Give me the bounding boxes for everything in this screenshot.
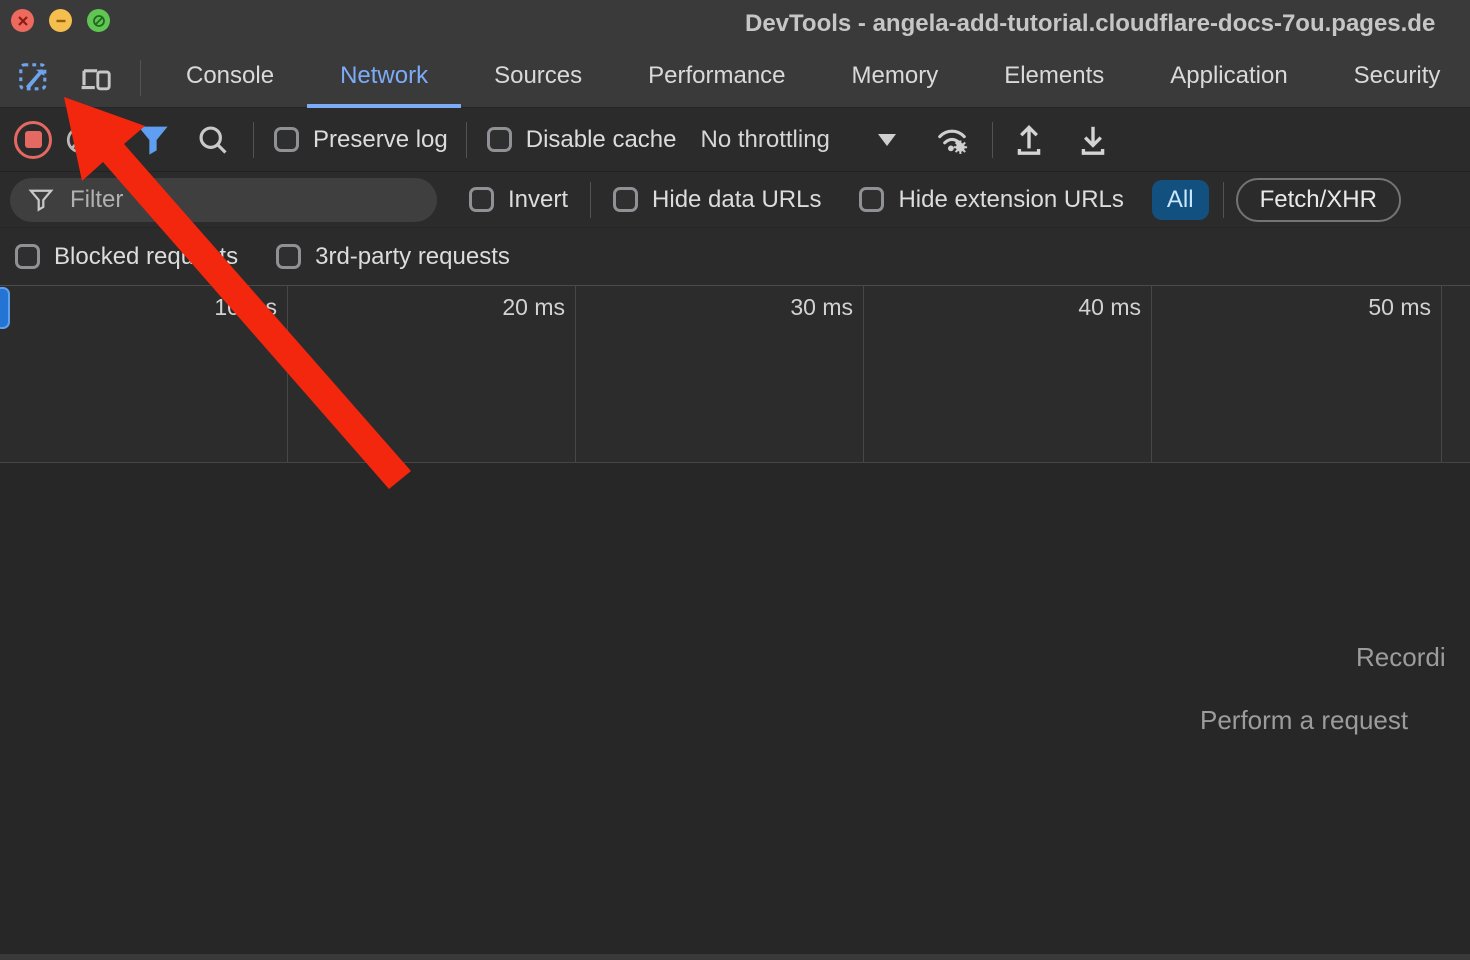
minimize-button[interactable] bbox=[49, 9, 72, 32]
toolbar-separator bbox=[1223, 182, 1224, 218]
toolbar-separator bbox=[140, 60, 141, 96]
network-conditions-button[interactable] bbox=[930, 118, 974, 162]
record-network-log-button[interactable] bbox=[14, 121, 52, 159]
hide-extension-urls-label: Hide extension URLs bbox=[898, 186, 1123, 214]
toolbar-separator bbox=[992, 122, 993, 158]
chevron-down-icon bbox=[878, 134, 896, 146]
disable-cache-checkbox[interactable] bbox=[487, 127, 512, 152]
network-filter-bar: Invert Hide data URLs Hide extension URL… bbox=[0, 172, 1470, 228]
traffic-lights bbox=[11, 9, 110, 32]
network-toolbar: Preserve log Disable cache No throttling bbox=[0, 108, 1470, 172]
network-filter-bar-2: Blocked requests 3rd-party requests bbox=[0, 228, 1470, 285]
tab-application[interactable]: Application bbox=[1137, 48, 1320, 108]
throttling-selected-value: No throttling bbox=[700, 126, 829, 154]
throttling-select[interactable]: No throttling bbox=[700, 126, 895, 154]
request-type-filter-all[interactable]: All bbox=[1152, 180, 1209, 220]
inspect-cursor-icon bbox=[16, 60, 52, 96]
panel-tabs: Console Network Sources Performance Memo… bbox=[153, 48, 1470, 108]
third-party-requests-checkbox[interactable] bbox=[276, 244, 301, 269]
ruler-gridline bbox=[1151, 286, 1152, 462]
devtools-tab-bar: Console Network Sources Performance Memo… bbox=[0, 48, 1470, 108]
third-party-requests-label: 3rd-party requests bbox=[315, 243, 510, 271]
search-button[interactable] bbox=[191, 118, 235, 162]
inspect-element-button[interactable] bbox=[12, 56, 56, 100]
clear-icon bbox=[64, 124, 96, 156]
window-title: DevTools - angela-add-tutorial.cloudflar… bbox=[745, 0, 1435, 48]
blocked-requests-toggle[interactable]: Blocked requests bbox=[15, 243, 238, 271]
preserve-log-toggle[interactable]: Preserve log bbox=[274, 126, 448, 154]
preserve-log-label: Preserve log bbox=[313, 126, 448, 154]
close-button[interactable] bbox=[11, 9, 34, 32]
devtools-window: DevTools - angela-add-tutorial.cloudflar… bbox=[0, 0, 1470, 960]
filter-funnel-icon bbox=[136, 124, 170, 156]
disable-cache-label: Disable cache bbox=[526, 126, 677, 154]
filter-funnel-icon bbox=[28, 188, 54, 212]
invert-label: Invert bbox=[508, 186, 568, 214]
hide-data-urls-label: Hide data URLs bbox=[652, 186, 821, 214]
clear-network-log-button[interactable] bbox=[58, 118, 102, 162]
ruler-tick-30ms: 30 ms bbox=[703, 294, 853, 321]
ruler-tick-20ms: 20 ms bbox=[415, 294, 565, 321]
upload-icon bbox=[1011, 122, 1047, 158]
toolbar-separator bbox=[120, 122, 121, 158]
ruler-gridline bbox=[575, 286, 576, 462]
blocked-requests-label: Blocked requests bbox=[54, 243, 238, 271]
title-bar: DevTools - angela-add-tutorial.cloudflar… bbox=[0, 0, 1470, 48]
filter-toggle-button[interactable] bbox=[131, 118, 175, 162]
hide-data-urls-toggle[interactable]: Hide data URLs bbox=[613, 186, 821, 214]
request-type-filter-fetch-xhr[interactable]: Fetch/XHR bbox=[1236, 178, 1401, 222]
ruler-gridline bbox=[863, 286, 864, 462]
wifi-gear-icon bbox=[933, 122, 971, 158]
network-overview-ruler[interactable]: 10 ms 20 ms 30 ms 40 ms 50 ms bbox=[0, 285, 1470, 463]
import-har-button[interactable] bbox=[1007, 118, 1051, 162]
hide-data-urls-checkbox[interactable] bbox=[613, 187, 638, 212]
blocked-requests-checkbox[interactable] bbox=[15, 244, 40, 269]
ruler-gridline bbox=[1441, 286, 1442, 462]
tab-performance[interactable]: Performance bbox=[615, 48, 818, 108]
download-icon bbox=[1075, 122, 1111, 158]
tab-network[interactable]: Network bbox=[307, 48, 461, 108]
tab-sources[interactable]: Sources bbox=[461, 48, 615, 108]
disable-cache-toggle[interactable]: Disable cache bbox=[487, 126, 677, 154]
preserve-log-checkbox[interactable] bbox=[274, 127, 299, 152]
stop-record-icon bbox=[25, 131, 42, 148]
search-icon bbox=[196, 123, 230, 157]
third-party-requests-toggle[interactable]: 3rd-party requests bbox=[276, 243, 510, 271]
toolbar-separator bbox=[590, 182, 591, 218]
zoom-slash-icon bbox=[92, 14, 106, 28]
filter-input[interactable] bbox=[70, 186, 390, 214]
export-har-button[interactable] bbox=[1071, 118, 1115, 162]
filter-input-container[interactable] bbox=[10, 178, 437, 222]
invert-filter-toggle[interactable]: Invert bbox=[469, 186, 568, 214]
toolbar-separator bbox=[466, 122, 467, 158]
toolbar-separator bbox=[253, 122, 254, 158]
invert-checkbox[interactable] bbox=[469, 187, 494, 212]
hide-extension-urls-checkbox[interactable] bbox=[859, 187, 884, 212]
ruler-tick-50ms: 50 ms bbox=[1281, 294, 1431, 321]
tab-console[interactable]: Console bbox=[153, 48, 307, 108]
ruler-tick-10ms: 10 ms bbox=[127, 294, 277, 321]
overview-left-trace-handle[interactable] bbox=[0, 287, 10, 329]
device-toolbar-icon bbox=[78, 60, 114, 96]
toggle-device-toolbar-button[interactable] bbox=[74, 56, 118, 100]
ruler-gridline bbox=[287, 286, 288, 462]
minimize-icon bbox=[55, 15, 67, 27]
hide-extension-urls-toggle[interactable]: Hide extension URLs bbox=[859, 186, 1123, 214]
bottom-bar bbox=[0, 954, 1470, 960]
close-icon bbox=[17, 15, 29, 27]
tab-security[interactable]: Security bbox=[1321, 48, 1470, 108]
network-request-list-empty bbox=[0, 463, 1470, 953]
zoom-button[interactable] bbox=[87, 9, 110, 32]
tab-memory[interactable]: Memory bbox=[819, 48, 972, 108]
ruler-tick-40ms: 40 ms bbox=[991, 294, 1141, 321]
tab-elements[interactable]: Elements bbox=[971, 48, 1137, 108]
